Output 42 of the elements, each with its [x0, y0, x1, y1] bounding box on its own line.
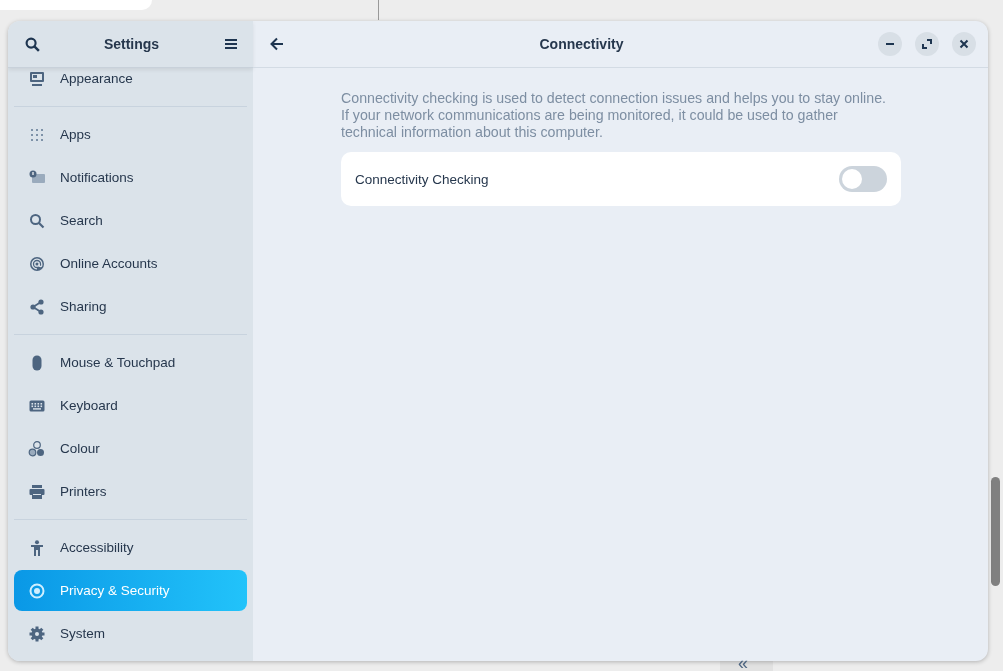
expand-icon: [922, 39, 932, 49]
description-text: Connectivity checking is used to detect connection issues and helps you to stay online. If your network communications are being monitored, it could be used to gather technical information about this computer.: [341, 90, 887, 141]
printer-icon: [29, 483, 45, 500]
sidebar-item[interactable]: Notifications: [14, 157, 247, 198]
sidebar-item[interactable]: System: [14, 613, 247, 654]
sidebar-item[interactable]: Apps: [14, 114, 247, 155]
grid-icon: [29, 126, 45, 143]
notification-icon: [29, 169, 45, 186]
target-icon: [29, 582, 45, 599]
scrollbar-thumb[interactable]: [991, 477, 1000, 586]
sidebar-item[interactable]: Colour: [14, 428, 247, 469]
setting-label: Connectivity Checking: [355, 171, 489, 187]
close-button[interactable]: [952, 32, 976, 56]
toggle-switch[interactable]: [839, 166, 887, 192]
sidebar-item[interactable]: Search: [14, 200, 247, 241]
double-chevron-text: «: [738, 655, 748, 671]
sidebar-item[interactable]: Printers: [14, 471, 247, 512]
back-arrow-icon: [270, 37, 284, 51]
sidebar-item[interactable]: Keyboard: [14, 385, 247, 426]
sidebar-item[interactable]: Accessibility: [14, 527, 247, 568]
gear-icon: [29, 625, 45, 642]
search-button[interactable]: [24, 36, 40, 52]
minimize-button[interactable]: [878, 32, 902, 56]
person-icon: [29, 539, 45, 556]
sidebar-item[interactable]: Online Accounts: [14, 243, 247, 284]
search-icon: [24, 36, 40, 52]
search-icon: [29, 212, 45, 229]
maximize-button[interactable]: [915, 32, 939, 56]
window-title: Settings: [103, 36, 160, 52]
sidebar-item[interactable]: Appearance: [14, 58, 247, 99]
share-icon: [29, 298, 45, 315]
menu-icon: [225, 38, 237, 50]
menu-button[interactable]: [223, 36, 239, 52]
monitor-icon: [29, 70, 45, 87]
at-sign-icon: [29, 255, 45, 272]
background-panel: [720, 661, 773, 671]
colour-circles-icon: [28, 440, 46, 457]
close-icon: [959, 39, 969, 49]
sidebar-item[interactable]: Sharing: [14, 286, 247, 327]
page-title: Connectivity: [538, 36, 625, 52]
sidebar-item[interactable]: Mouse & Touchpad: [14, 342, 247, 383]
back-button[interactable]: [269, 36, 285, 52]
